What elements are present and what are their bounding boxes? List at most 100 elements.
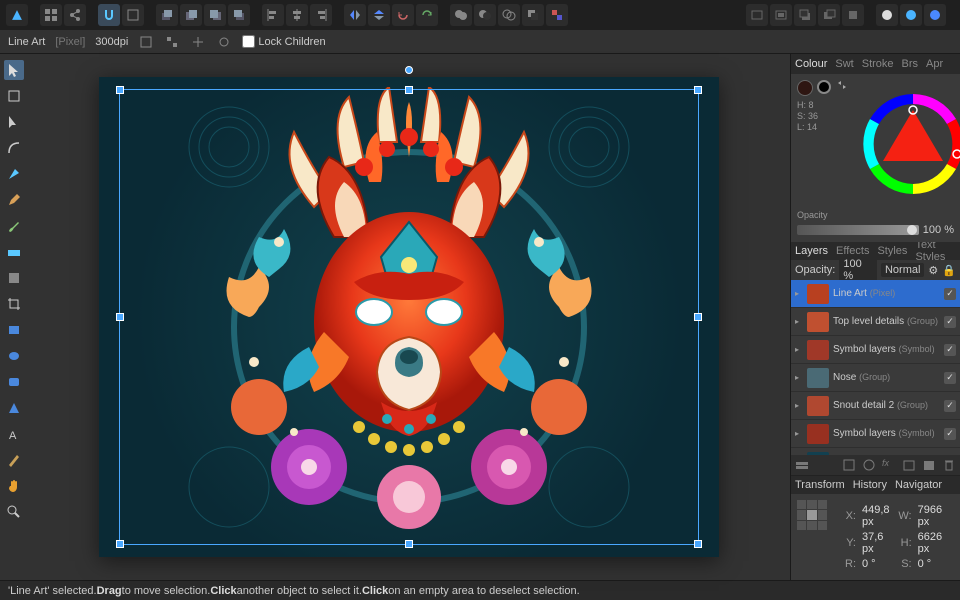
insert-inside-icon[interactable] <box>770 4 792 26</box>
insert-behind-icon[interactable] <box>794 4 816 26</box>
layer-visible-checkbox[interactable]: ✓ <box>944 316 956 328</box>
expand-arrow-icon[interactable]: ▸ <box>795 401 803 410</box>
context-op2-icon[interactable] <box>164 34 180 50</box>
fill-tool-icon[interactable] <box>4 242 24 262</box>
insert-symbol-icon[interactable] <box>842 4 864 26</box>
persona-designer-icon[interactable] <box>876 4 898 26</box>
rotate-ccw-icon[interactable] <box>392 4 414 26</box>
tab-history[interactable]: History <box>853 479 887 491</box>
ellipse-tool-icon[interactable] <box>4 346 24 366</box>
layer-row[interactable]: ▸Line Art (Pixel)✓ <box>791 280 960 308</box>
persona-pixel-icon[interactable] <box>900 4 922 26</box>
order-backward-icon[interactable] <box>180 4 202 26</box>
hand-tool-icon[interactable] <box>4 476 24 496</box>
layer-row[interactable]: ▸Top level details (Group)✓ <box>791 308 960 336</box>
tab-styles[interactable]: Styles <box>877 245 907 257</box>
bool-divide-icon[interactable] <box>546 4 568 26</box>
expand-arrow-icon[interactable]: ▸ <box>795 317 803 326</box>
text-tool-icon[interactable]: A <box>4 424 24 444</box>
vector-brush-tool-icon[interactable] <box>4 450 24 470</box>
expand-arrow-icon[interactable]: ▸ <box>795 373 803 382</box>
stroke-swatch[interactable] <box>817 80 831 94</box>
transform-r[interactable]: 0 ° <box>862 558 892 570</box>
color-wheel[interactable] <box>853 84 960 204</box>
bool-intersect-icon[interactable] <box>498 4 520 26</box>
layer-visible-checkbox[interactable]: ✓ <box>944 428 956 440</box>
order-front-icon[interactable] <box>228 4 250 26</box>
opacity-slider[interactable] <box>797 225 919 235</box>
tab-swatches[interactable]: Swt <box>835 58 853 70</box>
order-forward-icon[interactable] <box>204 4 226 26</box>
add-layer-icon[interactable] <box>902 458 916 472</box>
tab-brushes[interactable]: Brs <box>902 58 919 70</box>
share-icon[interactable] <box>64 4 86 26</box>
artboard[interactable] <box>99 77 719 557</box>
bool-subtract-icon[interactable] <box>474 4 496 26</box>
mask-layer-icon[interactable] <box>842 458 856 472</box>
transform-x[interactable]: 449,8 px <box>862 504 892 528</box>
layer-row[interactable]: ▸Snout detail 2 (Group)✓ <box>791 392 960 420</box>
brush-tool-icon[interactable] <box>4 216 24 236</box>
context-op4-icon[interactable] <box>216 34 232 50</box>
snap-toggle-icon[interactable] <box>98 4 120 26</box>
align-center-icon[interactable] <box>286 4 308 26</box>
transform-y[interactable]: 37,6 px <box>862 531 892 555</box>
zoom-tool-icon[interactable] <box>4 502 24 522</box>
layer-visible-checkbox[interactable]: ✓ <box>944 400 956 412</box>
layer-row[interactable]: ▸Symbol layers (Symbol)✓ <box>791 420 960 448</box>
pen-tool-icon[interactable] <box>4 164 24 184</box>
crop-tool-icon[interactable] <box>4 294 24 314</box>
flip-v-icon[interactable] <box>368 4 390 26</box>
rounded-rect-tool-icon[interactable] <box>4 372 24 392</box>
blend-mode-select[interactable]: Normal <box>881 263 924 277</box>
insert-target-icon[interactable] <box>746 4 768 26</box>
canvas-area[interactable] <box>28 54 790 580</box>
layer-row[interactable]: ▸Symbol layers (Symbol)✓ <box>791 336 960 364</box>
tab-stroke[interactable]: Stroke <box>862 58 894 70</box>
persona-export-icon[interactable] <box>924 4 946 26</box>
app-logo-icon[interactable] <box>6 4 28 26</box>
layer-visible-checkbox[interactable]: ✓ <box>944 288 956 300</box>
rotate-cw-icon[interactable] <box>416 4 438 26</box>
tab-colour[interactable]: Colour <box>795 58 827 70</box>
snap-settings-icon[interactable] <box>122 4 144 26</box>
view-grid-icon[interactable] <box>40 4 62 26</box>
transparency-tool-icon[interactable] <box>4 268 24 288</box>
delete-layer-icon[interactable] <box>942 458 956 472</box>
tab-appearance[interactable]: Apr <box>926 58 943 70</box>
artboard-tool-icon[interactable] <box>4 86 24 106</box>
expand-arrow-icon[interactable]: ▸ <box>795 289 803 298</box>
tab-navigator[interactable]: Navigator <box>895 479 942 491</box>
fx-layer-icon[interactable]: fx <box>882 458 896 472</box>
layer-row[interactable]: ▸Nose (Group)✓ <box>791 364 960 392</box>
layers-lock-icon[interactable]: 🔒 <box>942 264 956 277</box>
node-tool-icon[interactable] <box>4 112 24 132</box>
bool-add-icon[interactable] <box>450 4 472 26</box>
align-right-icon[interactable] <box>310 4 332 26</box>
move-tool-icon[interactable] <box>4 60 24 80</box>
bool-xor-icon[interactable] <box>522 4 544 26</box>
lock-children-toggle[interactable]: Lock Children <box>242 35 325 48</box>
flip-h-icon[interactable] <box>344 4 366 26</box>
transform-h[interactable]: 6626 px <box>918 531 948 555</box>
rectangle-tool-icon[interactable] <box>4 320 24 340</box>
layer-visible-checkbox[interactable]: ✓ <box>944 372 956 384</box>
layer-row[interactable]: ▸Tiles (Group)✓ <box>791 448 960 455</box>
order-back-icon[interactable] <box>156 4 178 26</box>
expand-arrow-icon[interactable]: ▸ <box>795 345 803 354</box>
transform-s[interactable]: 0 ° <box>918 558 948 570</box>
pencil-tool-icon[interactable] <box>4 190 24 210</box>
align-left-icon[interactable] <box>262 4 284 26</box>
corner-tool-icon[interactable] <box>4 138 24 158</box>
tab-effects[interactable]: Effects <box>836 245 869 257</box>
tab-layers[interactable]: Layers <box>795 245 828 257</box>
layers-edit-all-icon[interactable] <box>795 458 809 472</box>
layer-visible-checkbox[interactable]: ✓ <box>944 344 956 356</box>
insert-infront-icon[interactable] <box>818 4 840 26</box>
adjustment-layer-icon[interactable] <box>862 458 876 472</box>
swap-colors-icon[interactable] <box>837 80 847 90</box>
add-pixel-layer-icon[interactable] <box>922 458 936 472</box>
triangle-tool-icon[interactable] <box>4 398 24 418</box>
rotation-handle[interactable] <box>405 66 413 74</box>
anchor-grid[interactable] <box>797 500 827 530</box>
